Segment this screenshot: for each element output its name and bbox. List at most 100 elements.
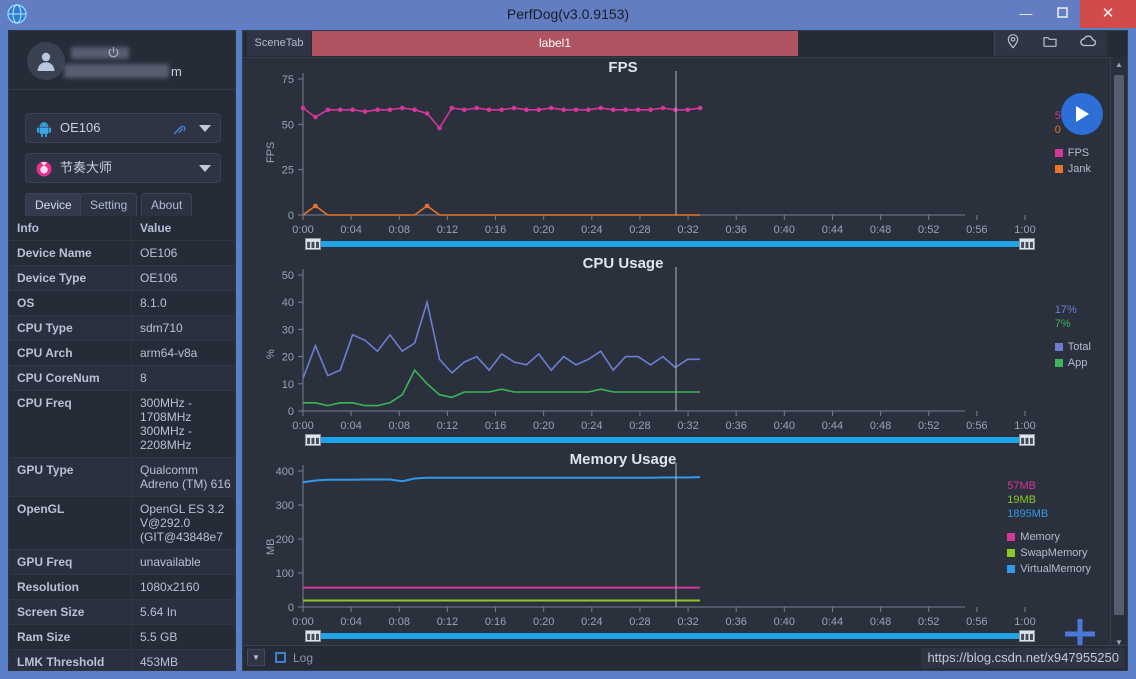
scrollbar-thumb[interactable] bbox=[1114, 75, 1124, 615]
log-expand-button[interactable]: ▼ bbox=[247, 649, 265, 666]
svg-text:0:04: 0:04 bbox=[340, 224, 361, 236]
info-key: LMK Threshold bbox=[17, 655, 105, 669]
legend-swatch bbox=[1054, 165, 1063, 173]
user-avatar-icon bbox=[37, 52, 55, 71]
email-suffix: m bbox=[171, 64, 182, 79]
cloud-icon[interactable] bbox=[1079, 33, 1097, 54]
info-key: CPU Freq bbox=[17, 396, 72, 410]
log-label: Log bbox=[293, 651, 314, 665]
maximize-button[interactable] bbox=[1044, 0, 1080, 28]
scroll-up-button[interactable]: ▲ bbox=[1111, 57, 1127, 71]
svg-text:1:00: 1:00 bbox=[1014, 616, 1035, 628]
chart-memory: Memory Usage MB 0 100 200 300 400 0:00 0:04 0:08 0… bbox=[243, 449, 1111, 644]
table-row: Resolution 1080x2160 bbox=[9, 575, 235, 600]
app-select[interactable]: 节奏大师 bbox=[25, 153, 221, 183]
tab-device[interactable]: Device bbox=[25, 193, 82, 216]
close-button[interactable]: ✕ bbox=[1080, 0, 1136, 28]
table-row: LMK Threshold 453MB bbox=[9, 650, 235, 670]
svg-text:0:08: 0:08 bbox=[389, 616, 410, 628]
power-icon[interactable] bbox=[107, 46, 120, 59]
tab-about[interactable]: About bbox=[141, 193, 193, 216]
scrollbar-track[interactable] bbox=[311, 437, 1025, 443]
legend-entry[interactable]: VirtualMemory bbox=[1007, 561, 1091, 577]
masked-username bbox=[71, 47, 129, 59]
svg-text:0:00: 0:00 bbox=[292, 616, 313, 628]
svg-text:75: 75 bbox=[282, 74, 294, 86]
svg-text:0:44: 0:44 bbox=[822, 420, 843, 432]
device-info-table: Info Value Device Name OE106 Device Type OE10… bbox=[9, 216, 235, 670]
legend-spacer bbox=[1007, 521, 1091, 529]
svg-text:1:00: 1:00 bbox=[1014, 420, 1035, 432]
chart-time-scrollbar[interactable]: ▮▮▮ ▮▮▮ bbox=[243, 630, 1111, 642]
chart-plot[interactable]: 0 25 50 75 0:00 0:04 0:08 0:12 0:16 0:20 0:24 0:28 0… bbox=[243, 57, 1111, 252]
scrollbar-grip-right[interactable]: ▮▮▮ bbox=[1019, 434, 1035, 446]
legend-label: Jank bbox=[1067, 163, 1091, 175]
chart-plot[interactable]: 0 10 20 30 40 50 0:00 0:04 0:08 0:12 0:16 0:20 0:24 0… bbox=[243, 253, 1111, 448]
svg-text:0:04: 0:04 bbox=[340, 420, 361, 432]
svg-text:40: 40 bbox=[282, 297, 294, 309]
table-row: OpenGL OpenGL ES 3.2 V@292.0 (GIT@43848e7 bbox=[9, 497, 235, 550]
scrollbar-grip-left[interactable]: ▮▮▮ bbox=[305, 238, 321, 250]
table-row: Screen Size 5.64 In bbox=[9, 600, 235, 625]
device-select[interactable]: OE106 bbox=[25, 113, 221, 143]
chart-time-scrollbar[interactable]: ▮▮▮ ▮▮▮ bbox=[243, 434, 1111, 446]
chart-plot[interactable]: 0 100 200 300 400 0:00 0:04 0:08 0:12 0:16 0:20 0:2… bbox=[243, 449, 1111, 644]
svg-text:0: 0 bbox=[288, 602, 294, 614]
legend-label: VirtualMemory bbox=[1020, 563, 1091, 575]
legend-entry[interactable]: FPS bbox=[1054, 145, 1091, 161]
play-icon bbox=[1076, 106, 1089, 122]
app-window: PerfDog(v3.0.9153) — ✕ m OE106 节奏大师 Devi… bbox=[0, 0, 1136, 679]
scrollbar-grip-left[interactable]: ▮▮▮ bbox=[305, 630, 321, 642]
svg-text:0:48: 0:48 bbox=[870, 616, 891, 628]
masked-email bbox=[64, 64, 169, 78]
legend-swatch bbox=[1054, 343, 1063, 351]
scrollbar-grip-right[interactable]: ▮▮▮ bbox=[1019, 630, 1035, 642]
play-button[interactable] bbox=[1061, 93, 1103, 135]
chart-fps: FPS FPS 0 25 50 75 0:00 0:04 0:08 0:12 0:16 0:20 0:2… bbox=[243, 57, 1111, 252]
grip-lines-icon: ▮▮▮ bbox=[306, 435, 320, 445]
chart-time-scrollbar[interactable]: ▮▮▮ ▮▮▮ bbox=[243, 238, 1111, 250]
svg-text:0:40: 0:40 bbox=[774, 616, 795, 628]
legend-entry[interactable]: Memory bbox=[1007, 529, 1091, 545]
svg-text:0:20: 0:20 bbox=[533, 420, 554, 432]
table-row: Device Type OE106 bbox=[9, 266, 235, 291]
svg-text:0:36: 0:36 bbox=[725, 420, 746, 432]
svg-text:300: 300 bbox=[276, 500, 294, 512]
usb-cable-icon[interactable] bbox=[171, 120, 188, 137]
svg-text:0:24: 0:24 bbox=[581, 420, 602, 432]
sidebar-tabs: Device Setting About bbox=[25, 193, 225, 217]
svg-text:0:16: 0:16 bbox=[485, 420, 506, 432]
legend-entry[interactable]: App bbox=[1054, 355, 1091, 371]
vertical-scrollbar[interactable]: ▲ ▼ bbox=[1110, 57, 1127, 649]
location-pin-icon[interactable] bbox=[1005, 33, 1021, 54]
scrollbar-grip-right[interactable]: ▮▮▮ bbox=[1019, 238, 1035, 250]
legend-entry[interactable]: Total bbox=[1054, 339, 1091, 355]
scene-tab-label1[interactable]: label1 bbox=[312, 31, 798, 56]
folder-icon[interactable] bbox=[1042, 33, 1058, 54]
svg-text:50: 50 bbox=[282, 270, 294, 282]
info-value: arm64-v8a bbox=[131, 341, 235, 365]
legend-entry[interactable]: Jank bbox=[1054, 161, 1091, 177]
scrollbar-track[interactable] bbox=[311, 241, 1025, 247]
log-checkbox[interactable] bbox=[275, 652, 286, 663]
scrollbar-track[interactable] bbox=[311, 633, 1025, 639]
tab-setting[interactable]: Setting bbox=[80, 193, 138, 216]
title-bar: PerfDog(v3.0.9153) — ✕ bbox=[0, 0, 1136, 28]
chevron-down-icon[interactable] bbox=[199, 165, 211, 172]
legend-label: Total bbox=[1067, 341, 1091, 353]
legend-current-value: 1895MB bbox=[1007, 508, 1049, 520]
minimize-button[interactable]: — bbox=[1008, 0, 1044, 28]
info-key: GPU Type bbox=[17, 463, 74, 477]
legend-entry[interactable]: SwapMemory bbox=[1007, 545, 1091, 561]
info-value: 453MB bbox=[131, 650, 235, 670]
svg-text:0:16: 0:16 bbox=[485, 616, 506, 628]
scrollbar-grip-left[interactable]: ▮▮▮ bbox=[305, 434, 321, 446]
legend-label: Memory bbox=[1020, 531, 1061, 543]
app-select-value: 节奏大师 bbox=[60, 160, 113, 175]
chevron-down-icon[interactable] bbox=[199, 125, 211, 132]
legend-spacer bbox=[1055, 137, 1091, 145]
svg-text:0:32: 0:32 bbox=[677, 420, 698, 432]
svg-text:0: 0 bbox=[288, 406, 294, 418]
info-key: GPU Freq bbox=[17, 555, 73, 569]
info-value: OE106 bbox=[131, 241, 235, 265]
